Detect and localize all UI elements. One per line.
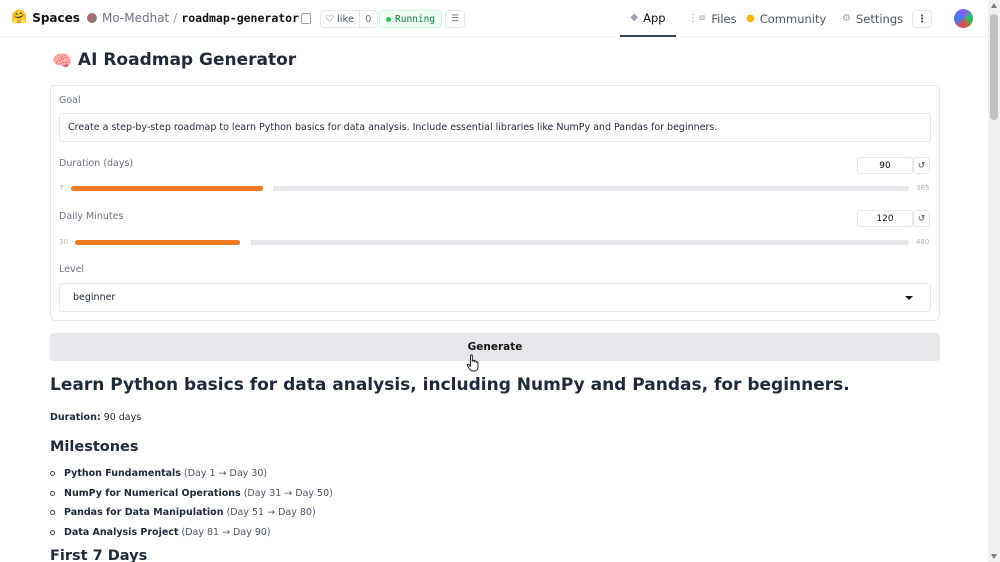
heart-icon: ♡ bbox=[325, 13, 334, 25]
daily-minutes-min-label: 30 bbox=[59, 238, 68, 246]
breadcrumb: Mo-Medhat / roadmap-generator bbox=[87, 11, 299, 25]
duration-summary-value: 90 days bbox=[103, 412, 142, 423]
files-icon: ⋮≡ bbox=[688, 13, 707, 24]
milestone-range: (Day 81 → Day 90) bbox=[181, 527, 271, 539]
spaces-label: Spaces bbox=[32, 10, 80, 25]
level-label: Level bbox=[59, 264, 85, 275]
input-form: Goal Create a step-by-step roadmap to le… bbox=[50, 85, 940, 321]
tab-files[interactable]: ⋮≡ Files bbox=[688, 0, 737, 37]
duration-summary-label: Duration: bbox=[50, 412, 101, 423]
app-title: 🧠 AI Roadmap Generator bbox=[52, 50, 296, 70]
daily-minutes-slider-thumb[interactable] bbox=[240, 237, 251, 248]
tab-app[interactable]: ◆ App bbox=[620, 0, 676, 37]
duration-number-input[interactable]: 90 bbox=[857, 157, 913, 174]
list-item: Pandas for Data Manipulation (Day 51 → D… bbox=[50, 503, 333, 523]
status-badge[interactable]: Running bbox=[379, 10, 443, 28]
bullet-icon bbox=[50, 530, 55, 536]
duration-slider-thumb[interactable] bbox=[263, 183, 273, 194]
repo-link[interactable]: roadmap-generator bbox=[181, 11, 299, 25]
scroll-down-icon[interactable] bbox=[991, 554, 997, 559]
page-scrollbar[interactable] bbox=[988, 0, 1000, 562]
scrollbar-thumb[interactable] bbox=[990, 14, 998, 120]
milestone-range: (Day 1 → Day 30) bbox=[184, 468, 268, 480]
milestone-range: (Day 31 → Day 50) bbox=[243, 487, 333, 499]
list-item: Python Fundamentals (Day 1 → Day 30) bbox=[50, 464, 333, 484]
milestone-title: Python Fundamentals bbox=[64, 468, 181, 480]
more-options-icon[interactable]: ⋮ bbox=[912, 10, 932, 28]
milestones-list: Python Fundamentals (Day 1 → Day 30) Num… bbox=[50, 464, 333, 542]
goal-textbox[interactable]: Create a step-by-step roadmap to learn P… bbox=[59, 113, 931, 142]
chevron-down-icon bbox=[905, 296, 913, 300]
bullet-icon bbox=[50, 510, 55, 516]
duration-slider-fill bbox=[71, 186, 263, 191]
milestone-title: Data Analysis Project bbox=[64, 527, 179, 539]
status-dot-icon bbox=[386, 16, 391, 22]
daily-minutes-slider-fill bbox=[75, 240, 240, 245]
spaces-logo[interactable]: 🤗 Spaces bbox=[11, 10, 80, 25]
level-dropdown[interactable]: beginner bbox=[59, 283, 931, 312]
gear-icon: ⚙ bbox=[842, 13, 851, 24]
brain-icon: 🧠 bbox=[52, 50, 72, 70]
milestones-heading: Milestones bbox=[50, 439, 139, 455]
tab-app-label: App bbox=[643, 10, 666, 25]
scroll-up-icon[interactable] bbox=[991, 3, 997, 8]
owner-avatar-icon bbox=[87, 13, 97, 23]
daily-minutes-number-input[interactable]: 120 bbox=[857, 210, 913, 227]
list-item: Data Analysis Project (Day 81 → Day 90) bbox=[50, 523, 333, 543]
owner-link[interactable]: Mo-Medhat bbox=[102, 11, 169, 25]
bullet-icon bbox=[50, 471, 55, 477]
logs-icon[interactable]: ☰ bbox=[445, 10, 465, 28]
roadmap-heading: Learn Python basics for data analysis, i… bbox=[50, 375, 850, 395]
goal-label: Goal bbox=[59, 95, 81, 106]
list-item: NumPy for Numerical Operations (Day 31 →… bbox=[50, 484, 333, 504]
bullet-icon bbox=[50, 490, 55, 496]
tab-settings[interactable]: ⚙ Settings bbox=[842, 0, 903, 37]
milestone-title: NumPy for Numerical Operations bbox=[64, 487, 241, 499]
duration-reset-icon[interactable]: ↺ bbox=[913, 157, 930, 174]
tab-community[interactable]: ● Community bbox=[746, 0, 826, 37]
like-button[interactable]: ♡ like 0 bbox=[320, 10, 378, 28]
milestone-range: (Day 51 → Day 80) bbox=[226, 507, 316, 519]
app-title-text: AI Roadmap Generator bbox=[77, 50, 297, 70]
generate-button[interactable]: Generate bbox=[50, 333, 940, 361]
cube-icon: ◆ bbox=[630, 12, 639, 23]
like-count: 0 bbox=[359, 11, 376, 27]
duration-max-label: 365 bbox=[916, 184, 930, 192]
level-selected-value: beginner bbox=[73, 292, 116, 303]
tab-settings-label: Settings bbox=[855, 11, 904, 26]
copy-icon[interactable] bbox=[301, 13, 311, 24]
duration-label: Duration (days) bbox=[59, 158, 134, 169]
top-bar: 🤗 Spaces Mo-Medhat / roadmap-generator ♡… bbox=[0, 0, 988, 37]
duration-summary: Duration: 90 days bbox=[50, 412, 141, 423]
first-7-days-heading: First 7 Days bbox=[50, 548, 148, 562]
breadcrumb-separator: / bbox=[173, 11, 178, 25]
tab-files-label: Files bbox=[711, 11, 737, 26]
tab-community-label: Community bbox=[759, 11, 827, 26]
hugging-face-icon: 🤗 bbox=[11, 10, 28, 25]
user-avatar[interactable] bbox=[954, 9, 973, 28]
daily-minutes-reset-icon[interactable]: ↺ bbox=[913, 210, 930, 227]
milestone-title: Pandas for Data Manipulation bbox=[64, 507, 224, 519]
daily-minutes-max-label: 480 bbox=[916, 238, 930, 246]
daily-minutes-label: Daily Minutes bbox=[59, 211, 124, 222]
community-icon: ● bbox=[746, 13, 755, 24]
status-label: Running bbox=[395, 13, 436, 25]
like-label: like bbox=[336, 13, 355, 25]
hand-pointer-cursor-icon bbox=[466, 354, 479, 372]
duration-min-label: 7 bbox=[59, 184, 64, 192]
